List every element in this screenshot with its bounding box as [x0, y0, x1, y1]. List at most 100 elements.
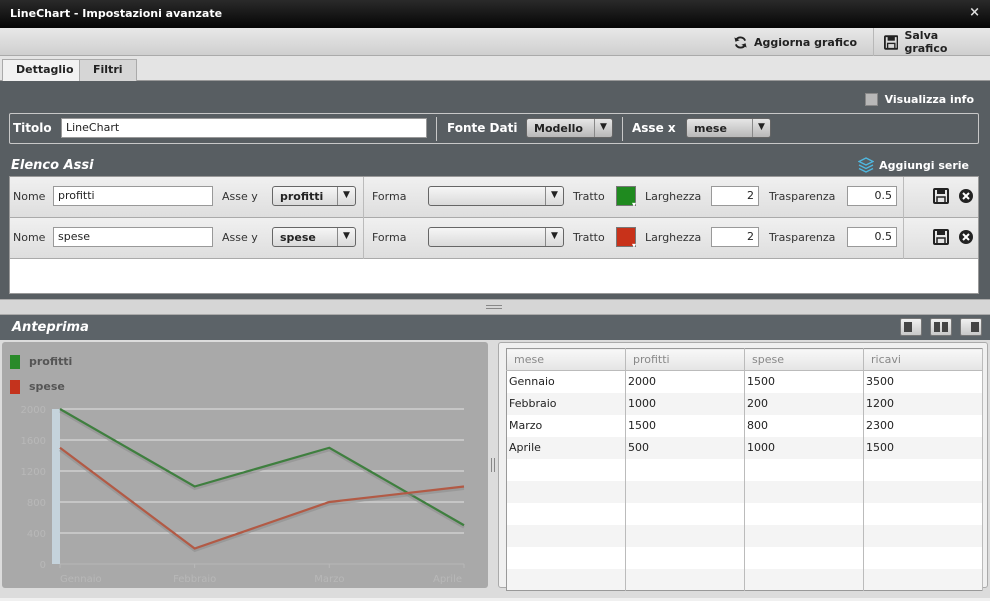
line-chart: 0 400 800 1200 1600 2000 Gennaio Febbraio Marzo A…: [21, 405, 465, 585]
table-cell: [625, 546, 745, 569]
table-row[interactable]: [506, 458, 983, 481]
column-header[interactable]: profitti: [625, 348, 745, 371]
width-input[interactable]: 2: [711, 186, 759, 206]
shape-select[interactable]: ▼: [428, 186, 564, 206]
table-row[interactable]: [506, 502, 983, 525]
series-name-input[interactable]: spese: [53, 227, 213, 247]
tab-dettaglio[interactable]: Dettaglio: [2, 59, 88, 81]
y-tick-label: 2000: [21, 405, 46, 416]
data-source-select[interactable]: Modello ▼: [526, 118, 613, 138]
layout-right-button[interactable]: [960, 318, 982, 336]
table-cell: 2000: [625, 370, 745, 393]
table-cell: 2300: [863, 414, 983, 437]
transparency-label: Trasparenza: [769, 190, 836, 203]
divider: [363, 177, 364, 218]
table-cell: 1500: [744, 370, 864, 393]
data-source-value: Modello: [534, 122, 583, 135]
show-info-label: Visualizza info: [884, 93, 974, 106]
table-cell: [506, 568, 626, 591]
table-cell: Marzo: [506, 414, 626, 437]
axes-list-title: Elenco Assi: [11, 158, 94, 173]
width-label: Larghezza: [645, 231, 702, 244]
show-info-checkbox[interactable]: [864, 93, 878, 106]
chart-panel: profitti spese 0 400 800 1200 1600 2000 Gennai…: [2, 342, 488, 588]
table-cell: [863, 568, 983, 591]
table-row[interactable]: [506, 546, 983, 569]
y-tick-label: 400: [27, 529, 46, 540]
table-row[interactable]: [506, 524, 983, 547]
table-cell: 500: [625, 436, 745, 459]
refresh-chart-button[interactable]: Aggiorna grafico: [725, 28, 865, 56]
stroke-color-picker[interactable]: [616, 227, 636, 250]
table-cell: [625, 458, 745, 481]
layout-split-button[interactable]: [930, 318, 952, 336]
floppy-disk-icon[interactable]: [933, 229, 949, 245]
table-row[interactable]: Marzo 1500 800 2300: [506, 414, 983, 437]
table-cell: [625, 480, 745, 503]
y-tick-label: 1600: [21, 436, 46, 447]
table-cell: [744, 502, 864, 525]
table-row[interactable]: [506, 568, 983, 591]
column-header[interactable]: ricavi: [863, 348, 983, 371]
table-cell: Febbraio: [506, 392, 626, 415]
delete-icon[interactable]: [958, 229, 974, 245]
title-input[interactable]: LineChart: [61, 118, 427, 138]
table-cell: 1500: [863, 436, 983, 459]
divider: [363, 218, 364, 259]
show-info-toggle[interactable]: Visualizza info: [864, 93, 974, 106]
grip-icon: [486, 305, 502, 309]
layout-left-button[interactable]: [900, 318, 922, 336]
add-series-button[interactable]: Aggiungi serie: [858, 157, 969, 173]
table-cell: [506, 546, 626, 569]
axis-row: Nome profitti Asse y profitti ▼ Forma ▼ …: [10, 177, 978, 218]
tab-filtri[interactable]: Filtri: [79, 59, 137, 81]
table-row[interactable]: [506, 480, 983, 503]
axes-grid: Nome profitti Asse y profitti ▼ Forma ▼ …: [9, 176, 979, 294]
series-line-profitti: [59, 408, 465, 527]
width-input[interactable]: 2: [711, 227, 759, 247]
divider: [903, 177, 904, 218]
table-row[interactable]: Gennaio 2000 1500 3500: [506, 370, 983, 393]
axis-row: Nome spese Asse y spese ▼ Forma ▼ Tratto…: [10, 218, 978, 259]
y-axis-band: [52, 409, 60, 564]
layout-split-icon: [942, 322, 948, 332]
column-header[interactable]: mese: [506, 348, 626, 371]
delete-icon[interactable]: [958, 188, 974, 204]
save-chart-label: Salva grafico: [904, 29, 948, 55]
transparency-input[interactable]: 0.5: [847, 186, 897, 206]
table-row[interactable]: Febbraio 1000 200 1200: [506, 392, 983, 415]
floppy-disk-icon[interactable]: [933, 188, 949, 204]
table-cell: [744, 480, 864, 503]
y-axis-select[interactable]: spese ▼: [272, 227, 356, 247]
transparency-label: Trasparenza: [769, 231, 836, 244]
chevron-down-icon: ▼: [752, 119, 770, 137]
table-cell: 200: [744, 392, 864, 415]
x-axis-select[interactable]: mese ▼: [686, 118, 771, 138]
table-cell: [625, 524, 745, 547]
column-header[interactable]: spese: [744, 348, 864, 371]
chevron-down-icon: ▼: [337, 187, 355, 205]
shape-select[interactable]: ▼: [428, 227, 564, 247]
transparency-input[interactable]: 0.5: [847, 227, 897, 247]
x-tick-label: Aprile: [433, 574, 462, 585]
horizontal-splitter[interactable]: [0, 299, 990, 315]
stroke-color-picker[interactable]: [616, 186, 636, 209]
table-cell: 1000: [625, 392, 745, 415]
preview-title: Anteprima: [12, 320, 89, 335]
table-cell: Aprile: [506, 436, 626, 459]
series-shadow-spese: [59, 448, 465, 553]
series-name-input[interactable]: profitti: [53, 186, 213, 206]
table-row[interactable]: Aprile 500 1000 1500: [506, 436, 983, 459]
series-shadow-profitti: [59, 409, 465, 529]
table-cell: [625, 502, 745, 525]
save-chart-button[interactable]: Salva grafico: [873, 28, 990, 56]
y-axis-select[interactable]: profitti ▼: [272, 186, 356, 206]
divider: [622, 117, 623, 141]
close-icon[interactable]: ×: [969, 5, 980, 20]
vertical-splitter[interactable]: [489, 342, 497, 588]
y-tick-label: 0: [40, 560, 46, 571]
y-tick-label: 800: [27, 498, 46, 509]
stroke-label: Tratto: [573, 231, 605, 244]
window-titlebar[interactable]: LineChart - Impostazioni avanzate ×: [0, 0, 990, 28]
window-title: LineChart - Impostazioni avanzate: [10, 7, 223, 20]
